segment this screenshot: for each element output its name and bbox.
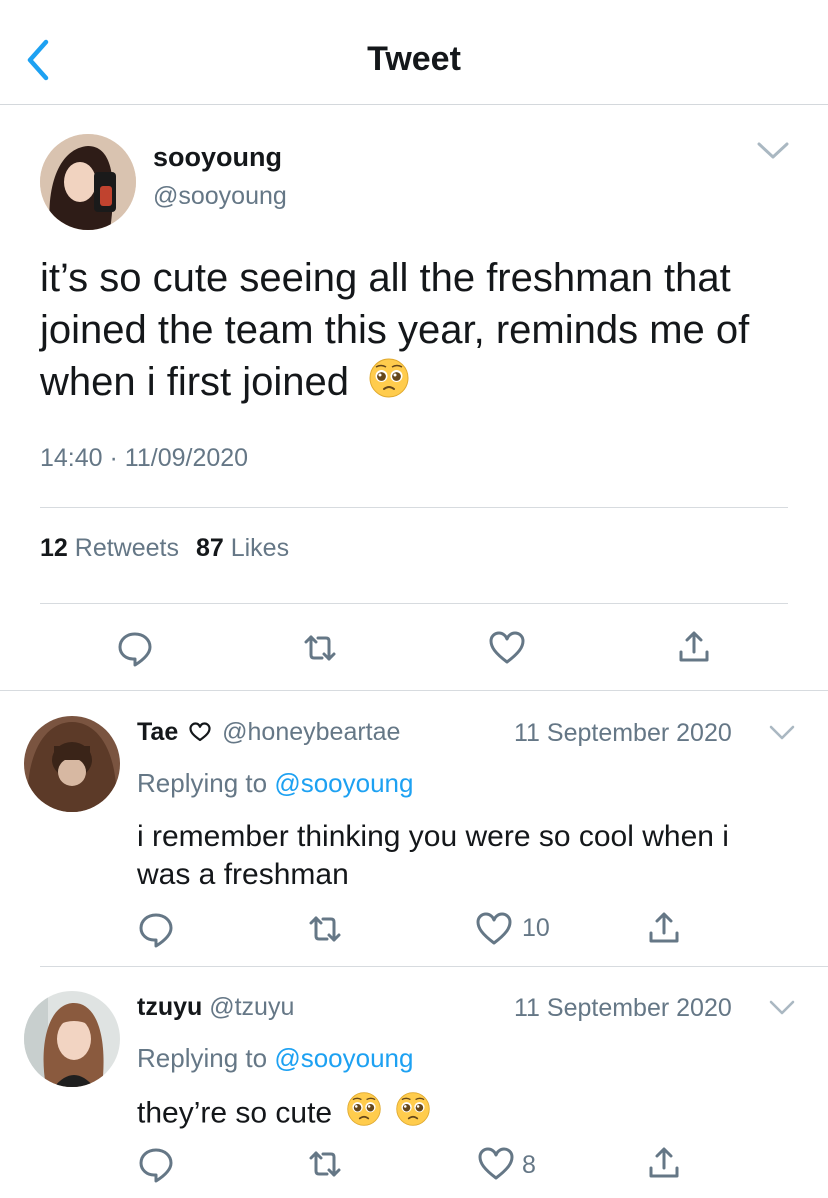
- author-handle[interactable]: @sooyoung: [153, 182, 287, 211]
- reply-author-handle[interactable]: @honeybeartae: [222, 718, 400, 746]
- share-icon[interactable]: [644, 909, 684, 949]
- reply-text: i remember thinking you were so cool whe…: [137, 818, 807, 894]
- avatar[interactable]: [24, 716, 120, 812]
- nav-bar: Tweet: [0, 0, 828, 105]
- likes-link[interactable]: 87 Likes: [196, 534, 289, 562]
- replying-to: Replying to @sooyoung: [137, 1043, 413, 1074]
- reply-icon[interactable]: [136, 909, 176, 949]
- reply-text-line: they’re so cute: [137, 1096, 333, 1130]
- likes-label: Likes: [230, 534, 290, 562]
- page-title: Tweet: [367, 40, 461, 78]
- tweet-text-line: joined the team this year, reminds me of: [40, 308, 750, 352]
- share-icon[interactable]: [644, 1144, 684, 1184]
- like-count: 10: [522, 914, 550, 942]
- engagement-stats: 12 Retweets 87 Likes: [40, 534, 289, 563]
- reply-icon[interactable]: [136, 1144, 176, 1184]
- like-count: 8: [522, 1151, 536, 1179]
- replying-to-handle[interactable]: @sooyoung: [274, 768, 413, 798]
- replying-to-handle[interactable]: @sooyoung: [274, 1043, 413, 1073]
- reply-text: they’re so cute: [137, 1091, 431, 1138]
- avatar[interactable]: [24, 991, 120, 1087]
- like-icon[interactable]: [487, 628, 527, 668]
- reply-author-name[interactable]: tzuyu: [137, 993, 202, 1021]
- heart-outline-icon: [189, 720, 211, 749]
- reply-text-line: was a freshman: [137, 858, 349, 891]
- retweets-count: 12: [40, 534, 68, 562]
- tweet-text-line-row: when i first joined: [40, 356, 800, 412]
- reply-header: tzuyu @tzuyu: [137, 993, 294, 1022]
- retweet-icon[interactable]: [300, 628, 340, 668]
- tweet-date: 11/09/2020: [124, 444, 249, 472]
- replying-to-prefix: Replying to: [137, 768, 268, 798]
- replying-to-prefix: Replying to: [137, 1043, 268, 1073]
- tweet-text-line: it’s so cute seeing all the freshman tha…: [40, 256, 731, 300]
- pleading-face-icon: [368, 357, 410, 412]
- reply-text-line: i remember thinking you were so cool whe…: [137, 820, 729, 853]
- retweet-icon[interactable]: [305, 1144, 345, 1184]
- tweet-text: it’s so cute seeing all the freshman tha…: [40, 252, 800, 412]
- reply-date: 11 September 2020: [514, 719, 732, 747]
- reply-date: 11 September 2020: [514, 994, 732, 1022]
- reply-author-name[interactable]: Tae: [137, 718, 178, 746]
- tweet-time: 14:40: [40, 444, 103, 472]
- tweet-text-line: when i first joined: [40, 360, 350, 404]
- divider: [40, 507, 788, 508]
- avatar[interactable]: [40, 134, 136, 230]
- divider: [40, 966, 828, 967]
- like-icon[interactable]: [476, 1144, 516, 1184]
- retweet-icon[interactable]: [305, 909, 345, 949]
- retweets-label: Retweets: [74, 534, 179, 562]
- divider: [40, 603, 788, 604]
- divider: [0, 690, 828, 691]
- retweets-link[interactable]: 12 Retweets: [40, 534, 186, 562]
- chevron-down-icon[interactable]: [768, 724, 796, 742]
- like-icon[interactable]: [474, 909, 514, 949]
- chevron-down-icon[interactable]: [768, 999, 796, 1017]
- reply-author-handle[interactable]: @tzuyu: [209, 993, 294, 1021]
- tweet-timestamp: 14:40 · 11/09/2020: [40, 444, 248, 473]
- pleading-face-icon: [346, 1091, 382, 1138]
- replying-to: Replying to @sooyoung: [137, 768, 413, 799]
- share-icon[interactable]: [674, 628, 714, 668]
- separator-dot: ·: [109, 444, 118, 472]
- pleading-face-icon: [395, 1091, 431, 1138]
- reply-header: Tae @honeybeartae: [137, 718, 400, 749]
- likes-count: 87: [195, 534, 224, 562]
- chevron-down-icon[interactable]: [756, 140, 790, 162]
- reply-icon[interactable]: [115, 628, 155, 668]
- author-name[interactable]: sooyoung: [153, 142, 282, 173]
